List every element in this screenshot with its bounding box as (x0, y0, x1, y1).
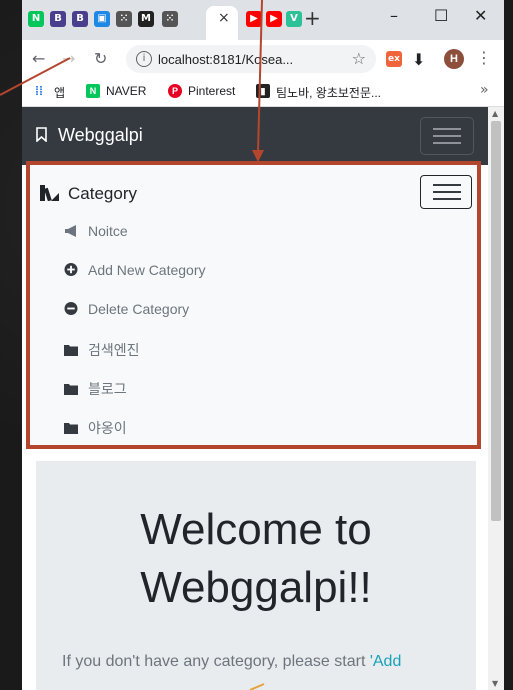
bullhorn-icon (65, 225, 76, 237)
folder-icon (64, 423, 78, 434)
welcome-text-prefix: If you don't have any category, please s… (62, 653, 370, 670)
extension-ex-icon[interactable]: ex (386, 51, 402, 67)
new-tab-button[interactable]: + (304, 6, 321, 30)
welcome-title-line1: Welcome to (140, 505, 372, 554)
sidebar-item-label: 블로그 (88, 381, 127, 397)
sidebar-item-search-engine[interactable]: 검색엔진 (64, 340, 140, 362)
tab-youtube2-icon[interactable]: ▶ (266, 11, 282, 27)
maximize-button[interactable]: ☐ (434, 6, 448, 25)
category-title: Category (68, 184, 137, 203)
close-window-button[interactable]: ✕ (474, 6, 487, 25)
url-text: localhost:8181/Kosea... (158, 52, 294, 67)
sidebar-item-label: Add New Category (88, 262, 206, 278)
tab-v-icon[interactable]: V (286, 11, 302, 27)
bookmark-apps[interactable]: 앱 (54, 84, 65, 101)
address-bar[interactable]: i localhost:8181/Kosea... ☆ (126, 45, 376, 73)
reload-icon[interactable]: ↻ (94, 49, 107, 68)
minimize-button[interactable]: – (390, 6, 398, 25)
site-brand[interactable]: Webggalpi (58, 125, 143, 146)
tab-m-icon[interactable]: M (138, 11, 154, 27)
page-viewport: Webggalpi Category Noitce Add New Catego… (22, 107, 488, 690)
sidebar-item-label: Noitce (88, 223, 128, 239)
site-navbar: Webggalpi (22, 107, 488, 165)
scroll-up-arrow-icon[interactable]: ▲ (492, 109, 498, 118)
welcome-text: If you don't have any category, please s… (62, 653, 401, 671)
minus-circle-icon (64, 302, 78, 315)
tab-b-icon[interactable]: B (50, 11, 66, 27)
sidebar-item-label: 검색엔진 (88, 342, 140, 358)
apps-icon[interactable]: ⁞⁞ (32, 84, 46, 98)
navbar-toggler-button[interactable] (420, 117, 474, 155)
welcome-title: Welcome to Webggalpi!! (36, 501, 476, 617)
info-icon[interactable]: i (136, 51, 152, 67)
sidebar-item-delete-category[interactable]: Delete Category (64, 301, 189, 323)
pinterest-icon: P (168, 84, 182, 98)
browser-window: N B B ▣ ⁙ M ⁙ × ▶ ▶ V + – ☐ ✕ ← → ↻ i lo… (22, 0, 504, 690)
bookmark-icon (36, 127, 47, 142)
welcome-title-line2: Webggalpi!! (140, 563, 372, 612)
welcome-jumbotron: Welcome to Webggalpi!! If you don't have… (36, 461, 476, 690)
scroll-thumb[interactable] (491, 121, 501, 521)
plus-circle-icon (64, 263, 78, 276)
bookmark-naver[interactable]: NAVER (106, 84, 146, 98)
profile-avatar[interactable]: H (444, 49, 464, 69)
tab-naver-icon[interactable]: N (28, 11, 44, 27)
bookmark-pinterest[interactable]: Pinterest (188, 84, 235, 98)
sidebar-item-label: Delete Category (88, 301, 190, 317)
bookmark-star-icon[interactable]: ☆ (352, 49, 366, 68)
download-extension-icon[interactable]: ⬇ (412, 50, 425, 69)
browser-toolbar: ← → ↻ i localhost:8181/Kosea... ☆ ex ⬇ H… (22, 40, 504, 78)
bookmarks-bar: ⁞⁞ 앱 N NAVER P Pinterest ▮ 팀노바, 왕초보전문...… (22, 78, 504, 107)
folder-icon (64, 345, 78, 356)
scroll-down-arrow-icon[interactable]: ▼ (492, 679, 498, 688)
tab-close-icon[interactable]: × (218, 10, 230, 26)
tab-strip: N B B ▣ ⁙ M ⁙ × ▶ ▶ V + – ☐ ✕ (22, 0, 504, 40)
category-toggler-button[interactable] (420, 175, 472, 209)
naver-icon: N (86, 84, 100, 98)
tab-blue-icon[interactable]: ▣ (94, 11, 110, 27)
folder-icon (64, 384, 78, 395)
tab-youtube-icon[interactable]: ▶ (246, 11, 262, 27)
palette-icon (40, 185, 59, 201)
sidebar-item-add-category[interactable]: Add New Category (64, 262, 206, 284)
add-category-link[interactable]: 'Add (370, 653, 402, 670)
sidebar-item-label: 야옹이 (88, 420, 127, 436)
teamnova-icon: ▮ (256, 84, 270, 98)
back-arrow-icon[interactable]: ← (32, 49, 45, 68)
tab-b2-icon[interactable]: B (72, 11, 88, 27)
category-sidebar: Category Noitce Add New Category Delete … (26, 161, 481, 449)
page-scrollbar[interactable]: ▲ ▼ (488, 107, 504, 690)
menu-dots-icon[interactable]: ⋮ (476, 48, 492, 67)
bookmark-teamnova[interactable]: 팀노바, 왕초보전문... (276, 84, 381, 101)
sidebar-item-cat[interactable]: 야옹이 (64, 418, 127, 440)
forward-arrow-icon[interactable]: → (62, 49, 75, 68)
tab-dots2-icon[interactable]: ⁙ (162, 11, 178, 27)
bookmarks-more-icon[interactable]: » (480, 82, 489, 98)
tab-dots-icon[interactable]: ⁙ (116, 11, 132, 27)
sidebar-item-notice[interactable]: Noitce (64, 223, 128, 245)
sidebar-item-blog[interactable]: 블로그 (64, 379, 127, 401)
